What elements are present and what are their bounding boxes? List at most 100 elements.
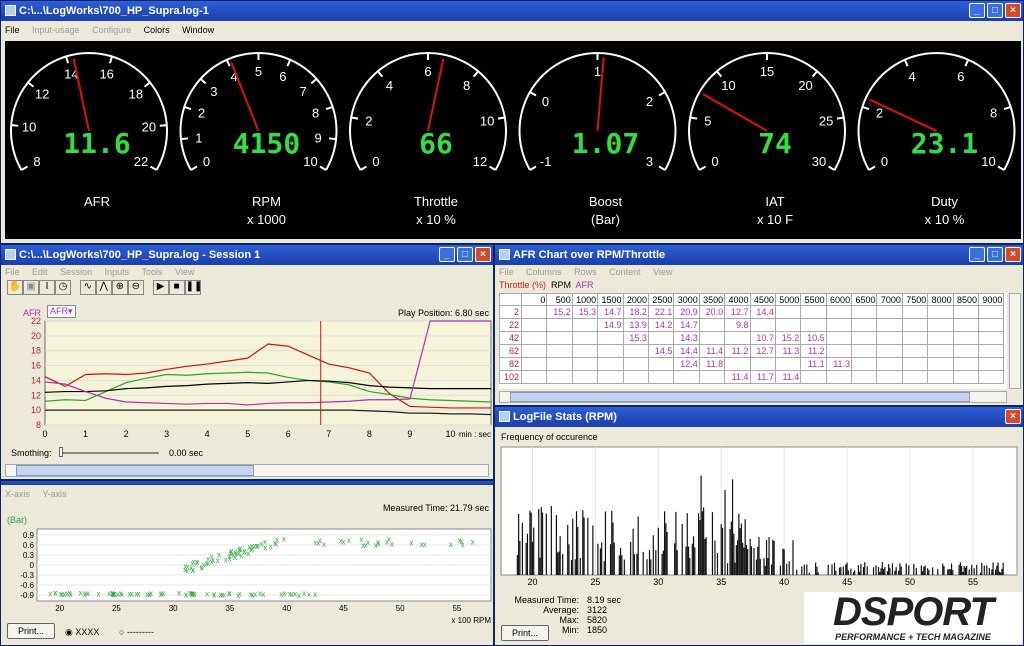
afr-col-header[interactable]: 500 [546,293,573,306]
afr-cell[interactable] [978,318,1005,332]
afr-cell[interactable] [952,357,980,371]
zoom-out-icon[interactable]: ⊖ [127,280,144,295]
afr-menu-rows[interactable]: Rows [574,267,597,277]
afr-cell[interactable] [927,344,954,358]
afr-cell[interactable]: 12.4 [673,357,700,371]
afr-cell[interactable] [901,370,929,384]
afr-menu-content[interactable]: Content [609,267,641,277]
afr-col-header[interactable]: 5000 [774,293,802,306]
afr-cell[interactable]: 11.8 [698,357,726,371]
afr-cell[interactable] [901,344,929,358]
afr-maximize[interactable]: □ [987,247,1003,262]
afr-cell[interactable] [876,318,903,332]
session-scrollbar[interactable] [5,464,489,477]
afr-cell[interactable] [597,370,624,384]
afr-cell[interactable] [876,305,903,319]
afr-cell[interactable] [800,305,827,319]
afr-cell[interactable]: 14.9 [597,318,624,332]
maximize-button[interactable]: □ [987,3,1003,18]
afr-col-header[interactable]: 6000 [825,293,853,306]
afr-cell[interactable]: 14.7 [673,318,700,332]
afr-cell[interactable] [851,305,878,319]
afr-cell[interactable] [673,370,700,384]
afr-cell[interactable] [774,305,802,319]
afr-col-header[interactable]: 9000 [978,293,1005,306]
afr-cell[interactable]: 14.7 [597,305,624,319]
afr-cell[interactable] [622,344,649,358]
afr-cell[interactable] [571,344,599,358]
afr-cell[interactable] [698,331,726,345]
afr-cell[interactable]: 13.9 [622,318,649,332]
afr-cell[interactable]: 10.5 [800,331,827,345]
session-menu-inputs[interactable]: Inputs [105,267,130,277]
afr-cell[interactable] [927,305,954,319]
afr-cell[interactable] [876,344,903,358]
afr-cell[interactable] [546,318,573,332]
afr-cell[interactable] [876,357,903,371]
afr-col-header[interactable]: 6500 [851,293,878,306]
afr-cell[interactable]: 12.7 [724,305,751,319]
afr-col-header[interactable]: 7500 [901,293,929,306]
clock-icon[interactable]: ◷ [55,280,71,295]
afr-cell[interactable] [698,318,726,332]
afr-cell[interactable] [952,305,980,319]
afr-cell[interactable] [825,370,853,384]
afr-cell[interactable] [825,344,853,358]
pause-icon[interactable]: ❚❚ [184,280,202,295]
afr-cell[interactable] [927,370,954,384]
session-menu-tools[interactable]: Tools [141,267,162,277]
afr-cell[interactable] [520,318,548,332]
minimize-button[interactable]: _ [969,3,985,18]
afr-col-header[interactable]: 2500 [647,293,675,306]
afr-cell[interactable] [597,344,624,358]
afr-cell[interactable] [851,344,878,358]
wave-icon[interactable]: ∿ [79,280,96,295]
afr-col-header[interactable]: 4500 [749,293,776,306]
afr-cell[interactable] [927,318,954,332]
afr-col-header[interactable]: 7000 [876,293,903,306]
afr-minimize[interactable]: _ [969,247,985,262]
session-minimize[interactable]: _ [439,247,455,262]
afr-cell[interactable]: 11.4 [698,344,726,358]
afr-cell[interactable]: 14.4 [673,344,700,358]
afr-cell[interactable]: 11.3 [825,357,853,371]
afr-cell[interactable] [774,357,802,371]
scatter-menu-xaxis[interactable]: X-axis [5,489,30,499]
afr-cell[interactable] [851,331,878,345]
afr-cell[interactable] [851,357,878,371]
afr-cell[interactable]: 20.0 [698,305,726,319]
afr-cell[interactable]: 22.1 [647,305,675,319]
afr-cell[interactable]: 15.3 [571,305,599,319]
menu-colors[interactable]: Colors [144,25,170,35]
session-line-chart[interactable]: 2220181614121080 1 2 3 4 5 6 7 8 9 10 min : sec [1,317,493,447]
menu-window[interactable]: Window [182,25,214,35]
cursor-icon[interactable]: I [39,280,55,295]
stats-print-button[interactable]: Print... [501,625,550,641]
radio-dashed[interactable]: ○ --------- [119,627,154,637]
afr-cell[interactable]: 20.9 [673,305,700,319]
afr-cell[interactable] [978,344,1005,358]
session-menu-session[interactable]: Session [60,267,92,277]
wave2-icon[interactable]: ⋀ [95,280,112,295]
afr-close[interactable]: × [1005,247,1021,262]
afr-row-header[interactable]: 42 [499,331,522,345]
scatter-print-button[interactable]: Print... [7,623,56,639]
afr-col-header[interactable]: 8500 [952,293,980,306]
stop-icon[interactable]: ■ [168,280,185,295]
copy-icon[interactable]: ▣ [23,280,39,295]
afr-cell[interactable] [952,331,980,345]
afr-cell[interactable] [825,318,853,332]
session-menu-view[interactable]: View [175,267,194,277]
afr-menu-view[interactable]: View [653,267,672,277]
afr-cell[interactable] [546,331,573,345]
scatter-menu-yaxis[interactable]: Y-axis [42,489,66,499]
afr-cell[interactable] [622,370,649,384]
close-button[interactable]: × [1005,3,1021,18]
afr-cell[interactable] [876,331,903,345]
afr-row-header[interactable]: 22 [499,318,522,332]
afr-cell[interactable] [571,318,599,332]
afr-cell[interactable] [597,331,624,345]
afr-vscroll[interactable] [1009,293,1021,389]
afr-cell[interactable] [597,357,624,371]
afr-col-header[interactable]: 0 [520,293,548,306]
